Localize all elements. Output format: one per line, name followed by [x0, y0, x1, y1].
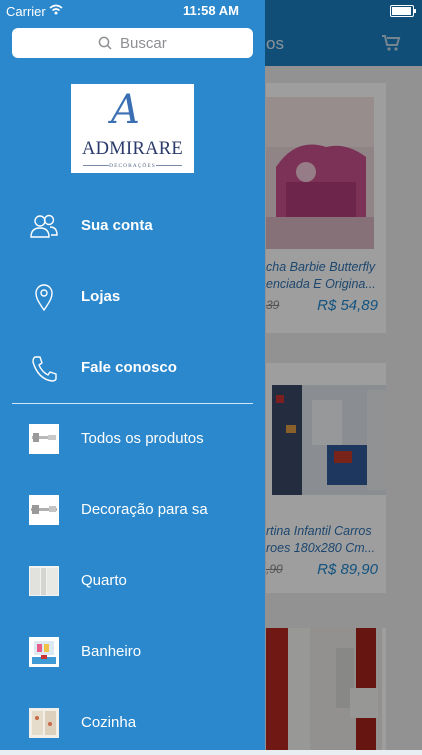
map-pin-icon [35, 284, 53, 311]
logo-name: ADMIRARE [81, 139, 184, 159]
category-label: Cozinha [81, 714, 137, 731]
menu-item-stores[interactable]: Lojas [0, 265, 265, 329]
category-label: Quarto [81, 572, 127, 589]
category-bedroom[interactable]: Quarto [0, 549, 265, 613]
menu-item-label: Lojas [81, 288, 121, 305]
brand-logo: A ADMIRARE DECORAÇÕES [71, 84, 194, 173]
menu-item-account[interactable]: Sua conta [0, 194, 265, 258]
category-label: Todos os produtos [81, 430, 204, 447]
category-label: Banheiro [81, 643, 142, 660]
battery-icon [390, 5, 416, 17]
curtain-thumbnail [29, 566, 59, 596]
bathroom-thumbnail [29, 637, 59, 667]
search-bar[interactable]: Buscar [12, 28, 253, 58]
menu-divider [12, 403, 253, 404]
search-icon [98, 36, 112, 50]
kitchen-curtain-thumbnail [29, 708, 59, 738]
logo-rule-right [156, 165, 182, 166]
logo-monogram: A [111, 87, 140, 133]
logo-subtitle: DECORAÇÕES [109, 163, 156, 169]
status-bar: Carrier 11:58 AM [0, 0, 422, 22]
phone-icon [32, 356, 57, 382]
search-input[interactable]: Buscar [120, 35, 167, 52]
users-icon [30, 214, 58, 238]
curtain-rod-thumbnail [29, 495, 59, 525]
menu-item-contact[interactable]: Fale conosco [0, 336, 265, 400]
curtain-rod-thumbnail [29, 424, 59, 454]
side-drawer: Buscar A ADMIRARE DECORAÇÕES Sua conta L… [0, 0, 265, 750]
category-kitchen[interactable]: Cozinha [0, 691, 265, 755]
category-decoration[interactable]: Decoração para sa [0, 478, 265, 542]
menu-item-label: Sua conta [81, 217, 153, 234]
category-label: Decoração para sa [81, 501, 208, 518]
category-all-products[interactable]: Todos os produtos [0, 407, 265, 471]
status-time: 11:58 AM [183, 3, 239, 18]
menu-item-label: Fale conosco [81, 359, 177, 376]
category-bathroom[interactable]: Banheiro [0, 620, 265, 684]
